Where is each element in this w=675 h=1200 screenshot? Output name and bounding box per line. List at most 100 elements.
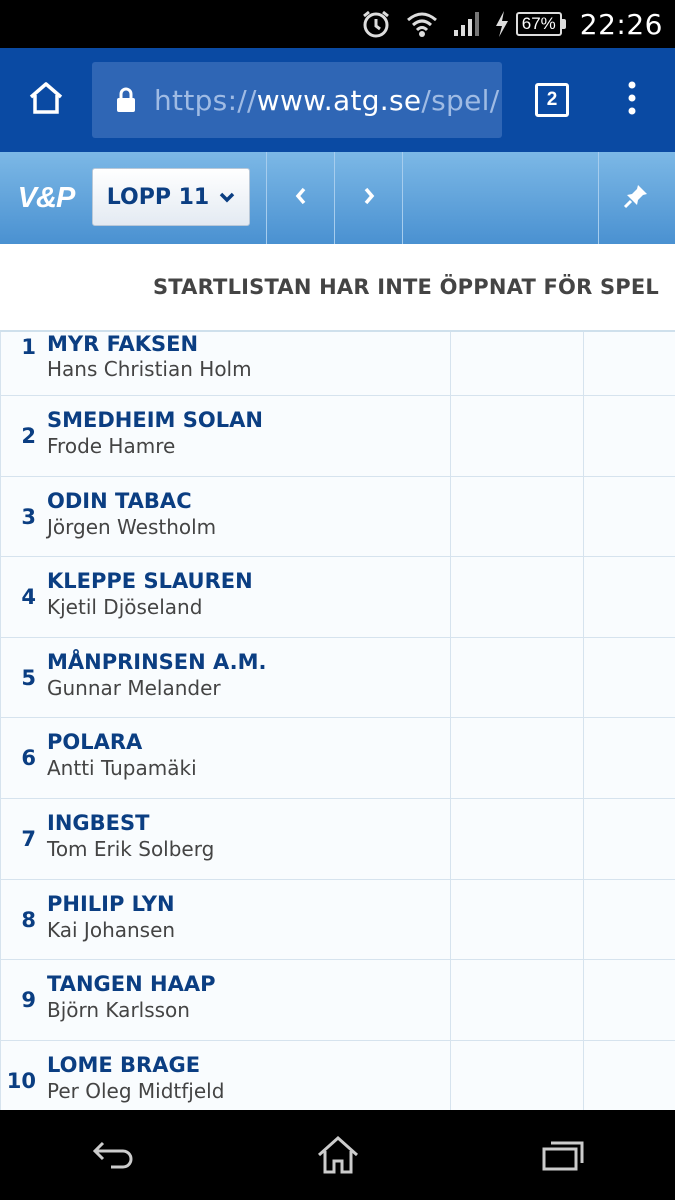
bet-cell[interactable] xyxy=(451,557,584,637)
driver-name: Hans Christian Holm xyxy=(47,357,252,381)
table-row[interactable]: 6 POLARA Antti Tupamäki xyxy=(0,718,675,799)
battery-level: 67% xyxy=(515,12,562,36)
bet-cell[interactable] xyxy=(584,718,675,798)
bet-cell[interactable] xyxy=(451,476,584,557)
starter-cell[interactable]: 10 LOME BRAGE Per Oleg Midtfjeld xyxy=(0,1040,451,1110)
url-prefix: https:// xyxy=(154,83,257,117)
table-row[interactable]: 5 MÅNPRINSEN A.M. Gunnar Melander xyxy=(0,637,675,719)
horse-name[interactable]: POLARA xyxy=(47,730,142,754)
horse-name[interactable]: SMEDHEIM SOLAN xyxy=(47,408,263,432)
starter-cell[interactable]: 5 MÅNPRINSEN A.M. Gunnar Melander xyxy=(0,637,451,718)
table-row[interactable]: 2 SMEDHEIM SOLAN Frode Hamre xyxy=(0,396,675,477)
starter-cell[interactable]: 6 POLARA Antti Tupamäki xyxy=(0,718,451,798)
starter-cell[interactable]: 9 TANGEN HAAP Björn Karlsson xyxy=(0,960,451,1040)
table-row[interactable]: 4 KLEPPE SLAUREN Kjetil Djöseland xyxy=(0,557,675,638)
table-row[interactable]: 7 INGBEST Tom Erik Solberg xyxy=(0,798,675,880)
horse-name[interactable]: PHILIP LYN xyxy=(47,892,175,916)
alarm-icon xyxy=(360,8,392,40)
bet-cell[interactable] xyxy=(584,960,675,1040)
url-text: https://www.atg.se/spel/ xyxy=(154,84,499,117)
starter-cell[interactable]: 3 ODIN TABAC Jörgen Westholm xyxy=(0,476,451,557)
driver-name: Björn Karlsson xyxy=(47,998,190,1023)
starter-number: 4 xyxy=(21,585,36,610)
tabs-icon: 2 xyxy=(535,83,569,117)
startlist-header: STARTLISTAN HAR INTE ÖPPNAT FÖR SPEL xyxy=(0,244,675,330)
startlist-status-message: STARTLISTAN HAR INTE ÖPPNAT FÖR SPEL xyxy=(152,275,659,299)
starter-number: 9 xyxy=(21,988,36,1013)
home-icon xyxy=(28,81,64,120)
starter-cell[interactable]: 8 PHILIP LYN Kai Johansen xyxy=(0,879,451,960)
bet-cell[interactable] xyxy=(584,477,675,557)
overflow-menu-icon xyxy=(627,81,637,120)
starter-cell[interactable]: 4 KLEPPE SLAUREN Kjetil Djöseland xyxy=(0,557,451,637)
bet-cell[interactable] xyxy=(584,1041,675,1110)
wifi-icon xyxy=(406,10,438,38)
race-selector-dropdown[interactable]: LOPP 11 xyxy=(92,168,250,226)
race-selector-label: LOPP 11 xyxy=(106,184,210,210)
bet-cell[interactable] xyxy=(451,879,584,960)
bet-cell[interactable] xyxy=(584,396,675,476)
bet-cell[interactable] xyxy=(451,332,584,395)
browser-home-button[interactable] xyxy=(0,48,92,152)
battery-icon: 67% xyxy=(515,12,566,36)
recents-icon[interactable] xyxy=(518,1120,608,1190)
bet-cell[interactable] xyxy=(451,396,584,476)
bet-cell[interactable] xyxy=(584,557,675,637)
previous-race-button[interactable] xyxy=(266,152,334,244)
home-icon[interactable] xyxy=(293,1120,383,1190)
status-bar: 67% 22:26 xyxy=(0,0,675,48)
horse-name[interactable]: INGBEST xyxy=(47,811,149,835)
browser-menu-button[interactable] xyxy=(602,48,662,152)
address-bar[interactable]: https://www.atg.se/spel/ xyxy=(92,62,502,138)
starter-number: 10 xyxy=(6,1068,36,1093)
bet-cell[interactable] xyxy=(584,799,675,879)
chevron-right-icon xyxy=(363,187,375,210)
bet-cell[interactable] xyxy=(451,798,584,879)
table-row[interactable]: 1 MYR FAKSEN Hans Christian Holm xyxy=(0,332,675,396)
bet-cell[interactable] xyxy=(451,1040,584,1110)
bet-cell[interactable] xyxy=(584,880,675,960)
bet-cell[interactable] xyxy=(584,638,675,718)
driver-name: Tom Erik Solberg xyxy=(47,836,215,861)
charging-icon xyxy=(494,10,510,38)
starter-cell[interactable]: 2 SMEDHEIM SOLAN Frode Hamre xyxy=(0,396,451,476)
horse-name[interactable]: TANGEN HAAP xyxy=(47,972,215,996)
driver-name: Kai Johansen xyxy=(47,917,176,942)
back-icon[interactable] xyxy=(68,1120,158,1190)
race-nav-spacer xyxy=(402,152,598,244)
url-path: /spel/ xyxy=(421,83,500,117)
bet-cell[interactable] xyxy=(451,960,584,1040)
starter-number: 8 xyxy=(21,907,36,932)
driver-name: Antti Tupamäki xyxy=(47,756,197,781)
horse-name[interactable]: MÅNPRINSEN A.M. xyxy=(47,650,267,674)
starter-cell[interactable]: 7 INGBEST Tom Erik Solberg xyxy=(0,798,451,879)
table-row[interactable]: 8 PHILIP LYN Kai Johansen xyxy=(0,879,675,961)
horse-name[interactable]: KLEPPE SLAUREN xyxy=(47,569,253,593)
starter-number: 2 xyxy=(21,424,36,448)
table-row[interactable]: 9 TANGEN HAAP Björn Karlsson xyxy=(0,960,675,1041)
horse-name[interactable]: LOME BRAGE xyxy=(47,1053,200,1077)
clock: 22:26 xyxy=(579,7,663,41)
bet-cell[interactable] xyxy=(451,637,584,718)
starter-number: 3 xyxy=(21,504,36,529)
vp-logo: V&P xyxy=(17,181,76,214)
starter-number: 6 xyxy=(21,746,36,771)
chevron-left-icon xyxy=(295,187,307,210)
bet-cell[interactable] xyxy=(584,332,675,395)
table-row[interactable]: 10 LOME BRAGE Per Oleg Midtfjeld xyxy=(0,1040,675,1110)
next-race-button[interactable] xyxy=(334,152,402,244)
table-row[interactable]: 3 ODIN TABAC Jörgen Westholm xyxy=(0,476,675,558)
starter-number: 7 xyxy=(21,826,36,851)
lock-icon xyxy=(116,87,136,113)
horse-name[interactable]: ODIN TABAC xyxy=(47,489,192,513)
starter-cell[interactable]: 1 MYR FAKSEN Hans Christian Holm xyxy=(0,332,451,395)
starter-number: 5 xyxy=(21,665,36,690)
horse-name[interactable]: MYR FAKSEN xyxy=(47,332,198,356)
pin-button[interactable] xyxy=(598,152,673,244)
bet-cell[interactable] xyxy=(451,718,584,798)
driver-name: Jörgen Westholm xyxy=(47,514,217,539)
tab-switcher-button[interactable]: 2 xyxy=(502,48,602,152)
pin-icon xyxy=(622,182,650,215)
driver-name: Frode Hamre xyxy=(47,434,176,458)
starter-number: 1 xyxy=(21,335,36,359)
